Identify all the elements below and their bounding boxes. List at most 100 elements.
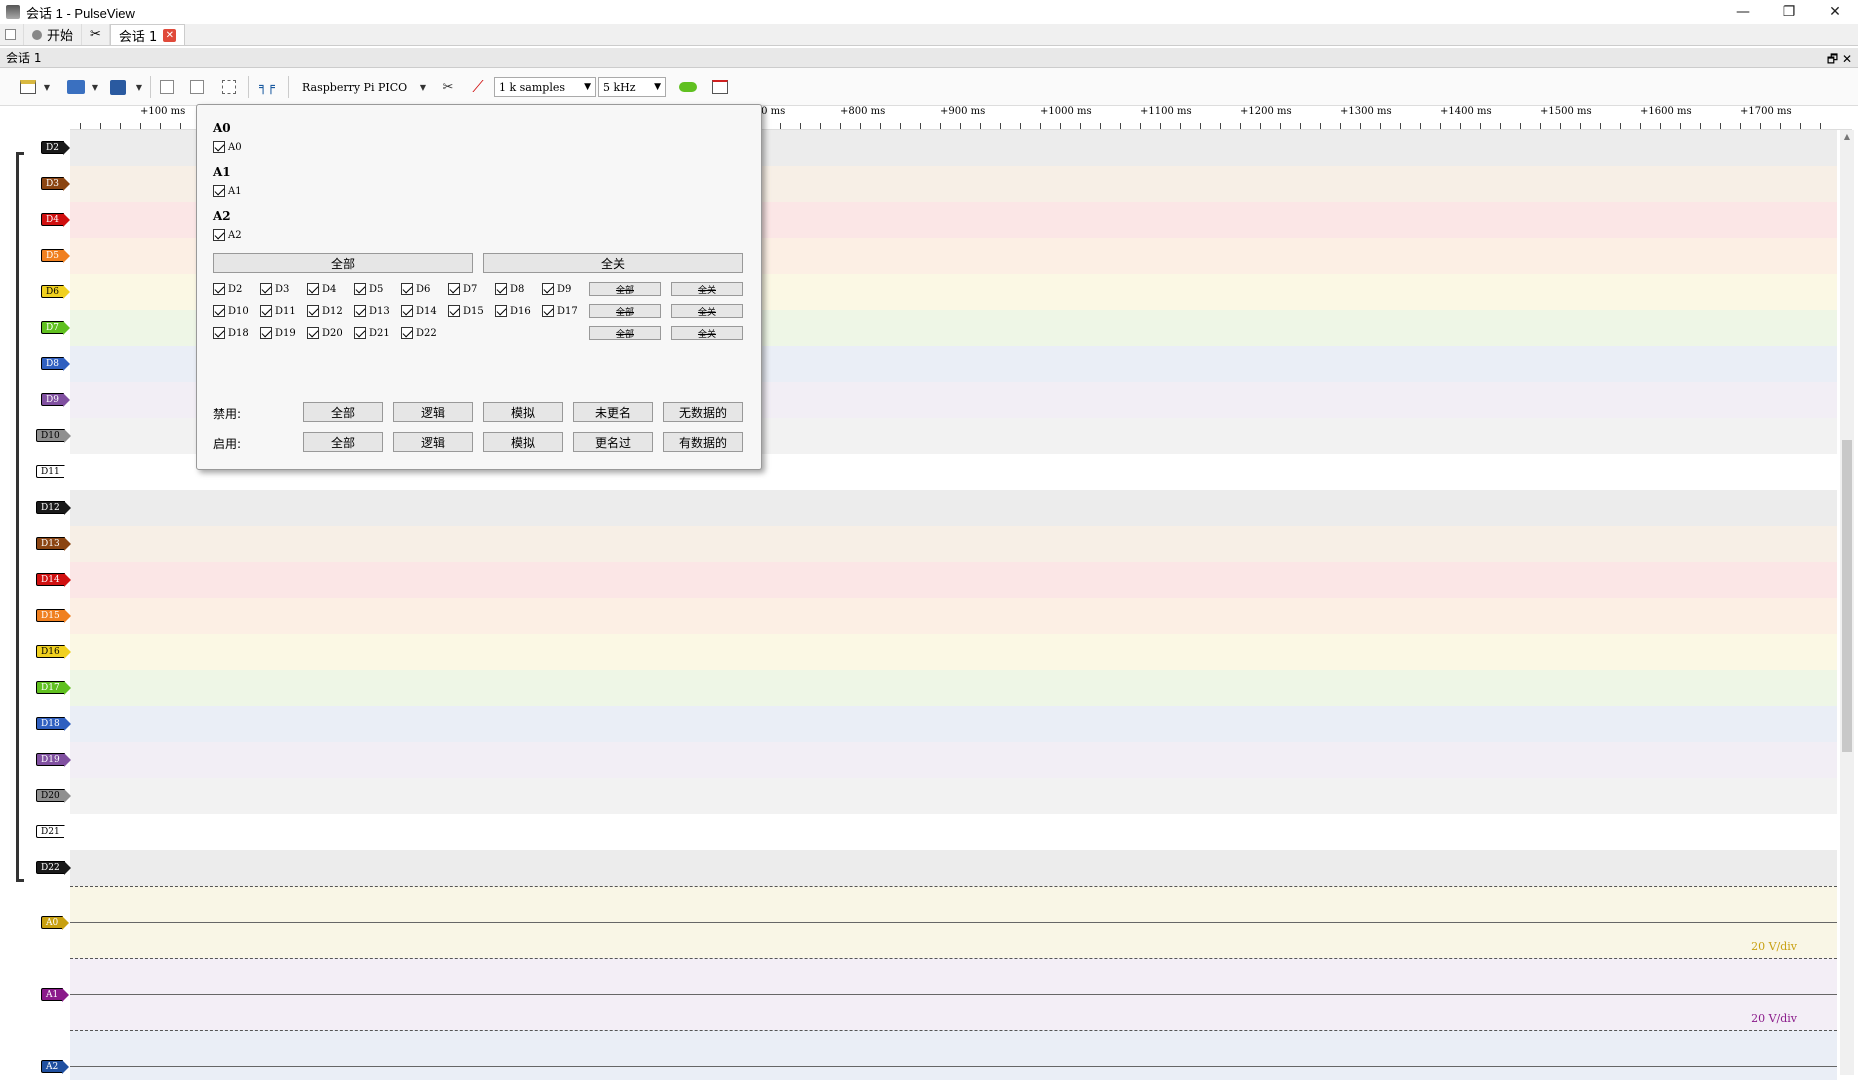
channel-label-d5[interactable]: D5: [41, 249, 70, 263]
checkbox-d14[interactable]: D14: [401, 305, 437, 317]
ruler-tick: [780, 123, 781, 129]
channel-label-d7[interactable]: D7: [41, 321, 70, 335]
channel-label-d21[interactable]: D21: [36, 825, 71, 839]
scroll-up-icon[interactable]: ▲: [1840, 132, 1854, 146]
channel-label-d4[interactable]: D4: [41, 213, 70, 227]
checkbox-d16[interactable]: D16: [495, 305, 531, 317]
enable-all-button[interactable]: 全部: [213, 253, 473, 273]
disable-all-button[interactable]: 全关: [483, 253, 743, 273]
channel-label-d15[interactable]: D15: [36, 609, 71, 623]
device-selector[interactable]: Raspberry Pi PICO: [302, 77, 407, 97]
channel-label-d11[interactable]: D11: [36, 465, 71, 479]
channel-label-d17[interactable]: D17: [36, 681, 71, 695]
tools-icon[interactable]: ✂: [82, 24, 110, 45]
zoom-in-icon[interactable]: [156, 77, 178, 97]
new-tab-icon[interactable]: [0, 24, 24, 45]
row-enable-all-button[interactable]: 全部: [589, 326, 661, 340]
maximize-button[interactable]: ❐: [1766, 0, 1812, 24]
channel-label-a1[interactable]: A1: [41, 988, 70, 1002]
row-enable-all-button[interactable]: 全部: [589, 304, 661, 318]
enable-button-4[interactable]: 有数据的: [663, 432, 743, 452]
channel-label-d2[interactable]: D2: [41, 141, 70, 155]
samples-combo[interactable]: 1 k samples ▼: [494, 77, 596, 97]
disable-button-4[interactable]: 无数据的: [663, 402, 743, 422]
disable-button-2[interactable]: 模拟: [483, 402, 563, 422]
tab-start[interactable]: 开始: [24, 24, 83, 45]
save-dropdown-icon[interactable]: ▼: [134, 77, 144, 97]
channel-label-a0[interactable]: A0: [41, 916, 70, 930]
channel-label-d9[interactable]: D9: [41, 393, 70, 407]
checkbox-d8[interactable]: D8: [495, 283, 524, 295]
channel-label-d6[interactable]: D6: [41, 285, 70, 299]
channel-label-d10[interactable]: D10: [36, 429, 71, 443]
row-disable-all-button[interactable]: 全关: [671, 326, 743, 340]
close-window-button[interactable]: ✕: [1812, 0, 1858, 24]
checkbox-a2[interactable]: A2: [213, 229, 242, 241]
open-dropdown-icon[interactable]: ▼: [90, 77, 100, 97]
close-tab-icon[interactable]: ✕: [163, 28, 177, 42]
enable-button-1[interactable]: 逻辑: [393, 432, 473, 452]
channel-label-d19[interactable]: D19: [36, 753, 71, 767]
channel-label-d18[interactable]: D18: [36, 717, 71, 731]
disable-button-0[interactable]: 全部: [303, 402, 383, 422]
tab-session-1[interactable]: 会话 1 ✕: [109, 24, 186, 45]
checkbox-d12[interactable]: D12: [307, 305, 343, 317]
checkbox-d5[interactable]: D5: [354, 283, 383, 295]
channel-label-d20[interactable]: D20: [36, 789, 71, 803]
channel-label-d16[interactable]: D16: [36, 645, 71, 659]
channel-label-d14[interactable]: D14: [36, 573, 71, 587]
checkbox-d3[interactable]: D3: [260, 283, 289, 295]
row-disable-all-button[interactable]: 全关: [671, 282, 743, 296]
minimize-button[interactable]: —: [1720, 0, 1766, 24]
device-dropdown-icon[interactable]: ▼: [418, 77, 428, 97]
samplerate-combo[interactable]: 5 kHz ▼: [598, 77, 666, 97]
device-config-icon[interactable]: ✂: [436, 77, 460, 97]
checkbox-d9[interactable]: D9: [542, 283, 571, 295]
checkbox-d17[interactable]: D17: [542, 305, 578, 317]
channel-label-d22[interactable]: D22: [36, 861, 71, 875]
channel-label-d3[interactable]: D3: [41, 177, 70, 191]
checkbox-d18[interactable]: D18: [213, 327, 249, 339]
checkbox-d15[interactable]: D15: [448, 305, 484, 317]
enable-button-0[interactable]: 全部: [303, 432, 383, 452]
zoom-fit-icon[interactable]: [218, 77, 240, 97]
enable-button-2[interactable]: 模拟: [483, 432, 563, 452]
enable-button-3[interactable]: 更名过: [573, 432, 653, 452]
checkbox-d13[interactable]: D13: [354, 305, 390, 317]
zoom-out-icon[interactable]: [186, 77, 208, 97]
save-icon[interactable]: [106, 77, 130, 97]
checkbox-d6[interactable]: D6: [401, 283, 430, 295]
scroll-thumb[interactable]: [1842, 440, 1852, 752]
row-disable-all-button[interactable]: 全关: [671, 304, 743, 318]
checkbox-d7[interactable]: D7: [448, 283, 477, 295]
row-enable-all-button[interactable]: 全部: [589, 282, 661, 296]
checkbox-d20[interactable]: D20: [307, 327, 343, 339]
checkbox-d22[interactable]: D22: [401, 327, 437, 339]
channel-label-a2[interactable]: A2: [41, 1060, 70, 1074]
run-icon[interactable]: [676, 77, 700, 97]
group-title-a2: A2: [213, 209, 231, 223]
channel-label-d12[interactable]: D12: [36, 501, 71, 515]
checkbox-d21[interactable]: D21: [354, 327, 390, 339]
checkbox-a0[interactable]: A0: [213, 141, 242, 153]
new-dropdown-icon[interactable]: ▼: [42, 77, 52, 97]
open-folder-icon[interactable]: [64, 77, 88, 97]
close-session-icon[interactable]: ✕: [1842, 52, 1852, 66]
checkbox-d4[interactable]: D4: [307, 283, 336, 295]
vertical-scrollbar[interactable]: ▲: [1840, 130, 1854, 1075]
checkbox-d11[interactable]: D11: [260, 305, 296, 317]
disable-button-3[interactable]: 未更名: [573, 402, 653, 422]
checkbox-d2[interactable]: D2: [213, 283, 242, 295]
checkbox-d10[interactable]: D10: [213, 305, 249, 317]
decoder-icon[interactable]: [708, 77, 732, 97]
cursor-marker-icon[interactable]: ╕╒: [254, 77, 280, 97]
float-icon[interactable]: 🗗: [1827, 52, 1838, 66]
lane-d22: [70, 850, 1837, 886]
checkbox-a1[interactable]: A1: [213, 185, 242, 197]
new-file-icon[interactable]: [16, 77, 40, 97]
disable-button-1[interactable]: 逻辑: [393, 402, 473, 422]
channel-label-d13[interactable]: D13: [36, 537, 71, 551]
channel-label-d8[interactable]: D8: [41, 357, 70, 371]
probe-config-icon[interactable]: ⟋: [466, 77, 490, 97]
checkbox-d19[interactable]: D19: [260, 327, 296, 339]
